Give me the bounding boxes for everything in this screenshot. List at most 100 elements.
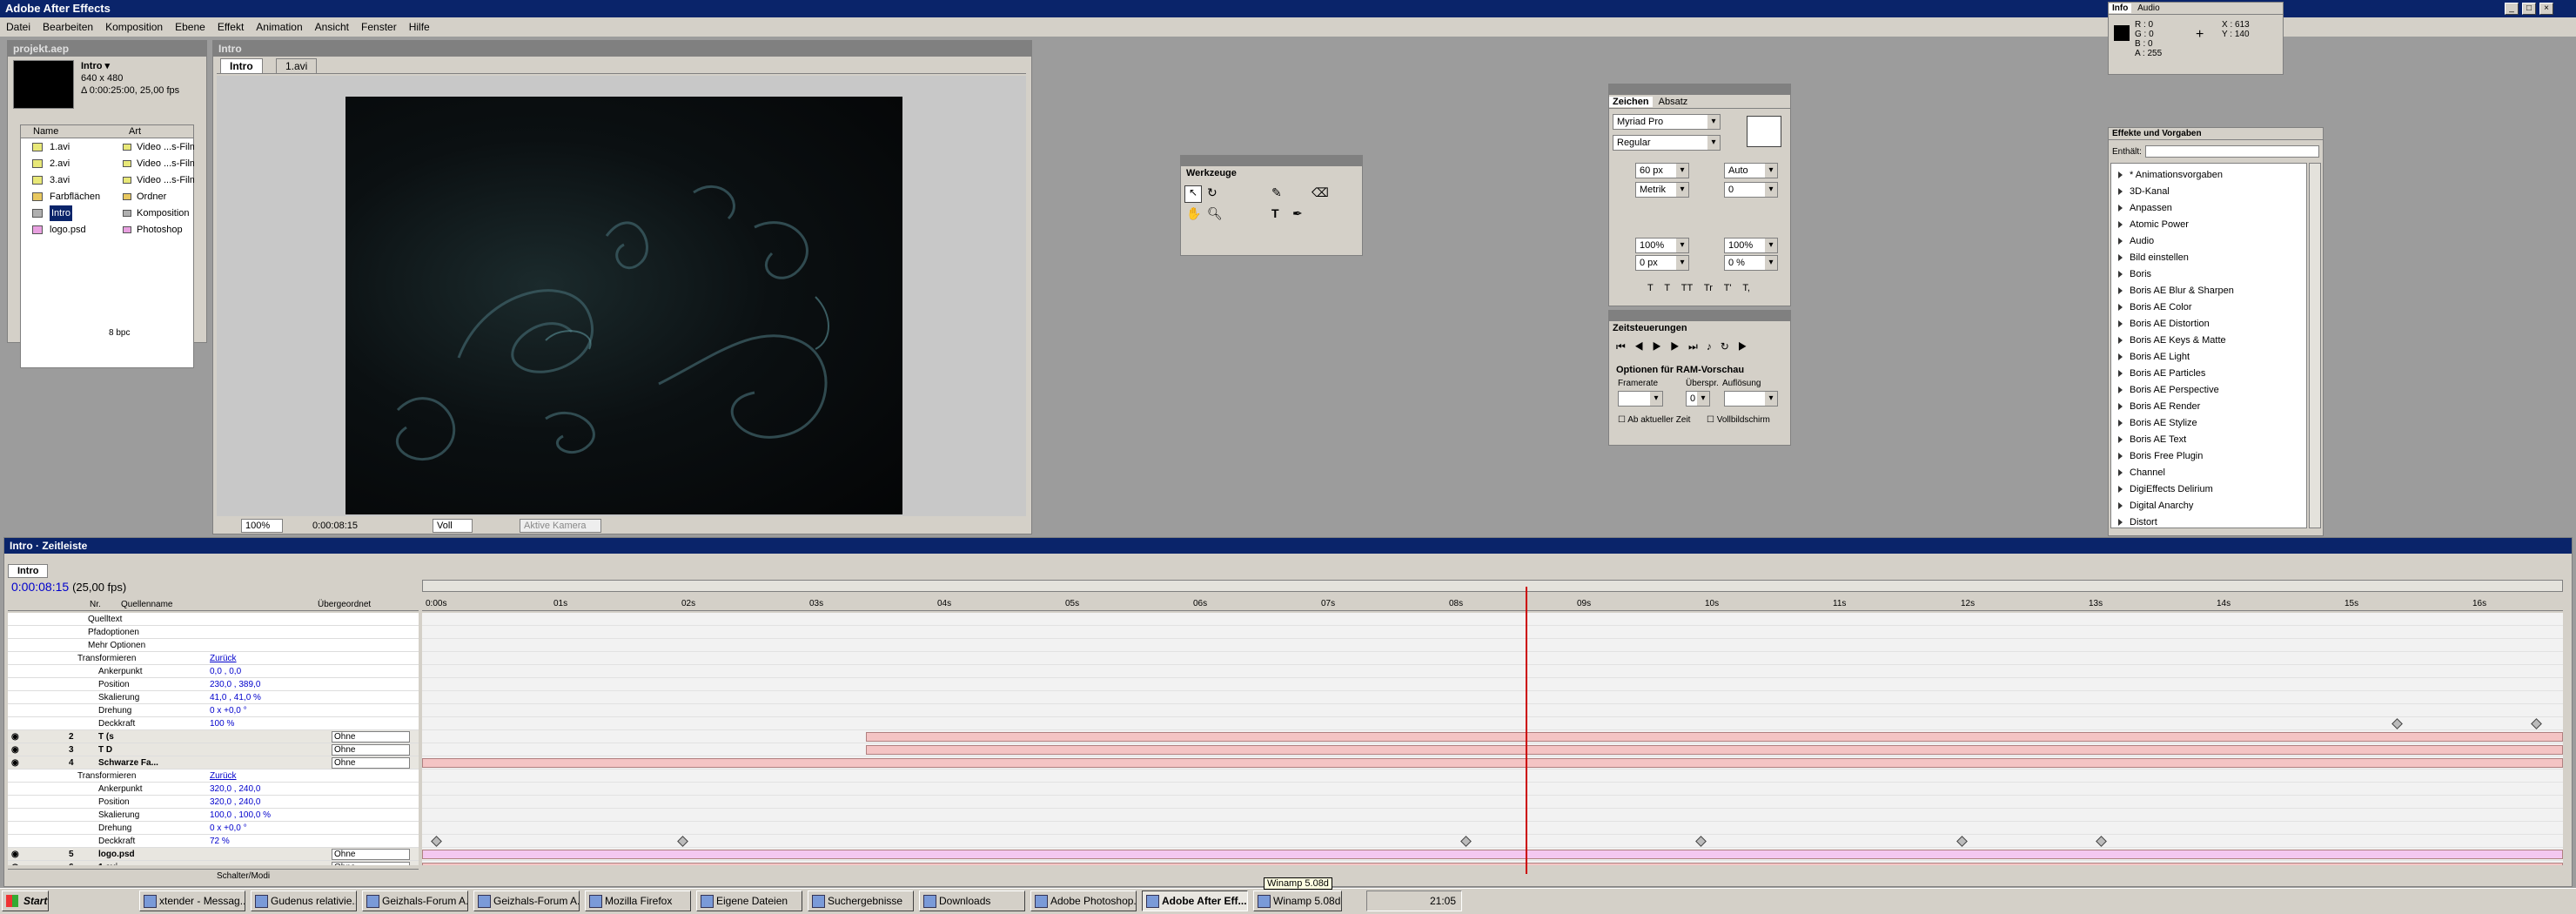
project-item[interactable]: logo.psd Photoshop (20, 222, 194, 238)
loop-icon[interactable]: ↻ (1721, 340, 1738, 353)
project-item[interactable]: 2.avi Video ...s-Film (20, 156, 194, 171)
layer-duration-bar[interactable] (422, 850, 2563, 859)
property-row[interactable]: Quelltext (8, 613, 419, 626)
layer-name[interactable]: Schwarze Fa... (98, 756, 158, 769)
effects-search-input[interactable] (2145, 145, 2319, 158)
taskbar-item[interactable]: Mozilla Firefox (585, 890, 691, 911)
project-item[interactable]: Farbflächen Ordner (20, 189, 194, 205)
layer-row[interactable]: ◉ 5 logo.psd Ohne (8, 848, 419, 861)
eye-icon[interactable]: ◉ (11, 743, 19, 756)
selection-tool-icon[interactable]: ↖ (1184, 185, 1202, 203)
effects-category[interactable]: Boris AE Perspective (2118, 382, 2219, 399)
effects-category[interactable]: Boris AE Color (2118, 299, 2192, 316)
current-time[interactable]: 0:00:08:15 (312, 518, 358, 534)
col-source[interactable]: Quellenname (121, 599, 172, 611)
ram-preview-icon[interactable]: ▶ (1738, 340, 1756, 353)
menu-hilfe[interactable]: Hilfe (403, 17, 436, 37)
font-family-select[interactable]: Myriad Pro (1613, 114, 1721, 130)
effects-category[interactable]: Boris AE Stylize (2118, 415, 2197, 432)
property-value[interactable]: 0 x +0,0 ° (210, 822, 247, 834)
tab-1avi[interactable]: 1.avi (276, 58, 318, 74)
layer-row[interactable]: ◉ 2 T (s Ohne (8, 730, 419, 743)
property-row[interactable]: Drehung 0 x +0,0 ° (8, 704, 419, 717)
col-parent[interactable]: Übergeordnet (318, 599, 371, 611)
effects-category[interactable]: Channel (2118, 465, 2165, 481)
property-row[interactable]: Ankerpunkt 0,0 , 0,0 (8, 665, 419, 678)
taskbar-item[interactable]: xtender - Messag... (139, 890, 245, 911)
layer-row[interactable]: ◉ 3 T D Ohne (8, 743, 419, 756)
framerate-select[interactable] (1618, 391, 1663, 407)
last-frame-icon[interactable]: ⏭ (1688, 340, 1707, 353)
timeline-tab-intro[interactable]: Intro (8, 564, 49, 578)
menu-fenster[interactable]: Fenster (355, 17, 403, 37)
fill-stroke-swatch[interactable] (1747, 116, 1781, 147)
camera-select[interactable]: Aktive Kamera (520, 519, 601, 533)
zoom-select[interactable]: 100% (241, 519, 284, 533)
property-row[interactable]: Deckkraft 100 % (8, 717, 419, 730)
effects-category[interactable]: Audio (2118, 233, 2154, 250)
layer-name[interactable]: T (s (98, 730, 114, 743)
menu-effekt[interactable]: Effekt (211, 17, 250, 37)
effects-category[interactable]: Digital Anarchy (2118, 498, 2193, 514)
eraser-tool-icon[interactable]: ⌫ (1311, 185, 1329, 200)
taskbar-item[interactable]: Winamp 5.08d (1253, 890, 1342, 911)
effects-scrollbar[interactable] (2309, 163, 2321, 528)
effects-category[interactable]: Boris AE Render (2118, 399, 2200, 415)
tab-intro[interactable]: Intro (220, 58, 263, 74)
tab-absatz[interactable]: Absatz (1655, 97, 1692, 107)
effects-category[interactable]: Boris AE Blur & Sharpen (2118, 283, 2234, 299)
effects-category[interactable]: Bild einstellen (2118, 250, 2189, 266)
parent-select[interactable]: Ohne (332, 849, 410, 860)
property-row[interactable]: Position 230,0 , 389,0 (8, 678, 419, 691)
close-icon[interactable]: × (2539, 3, 2553, 15)
property-row[interactable]: Deckkraft 72 % (8, 835, 419, 848)
property-row[interactable]: Skalierung 100,0 , 100,0 % (8, 809, 419, 822)
property-value[interactable]: 41,0 , 41,0 % (210, 691, 261, 703)
tracking-field[interactable]: 0 (1724, 182, 1778, 198)
play-icon[interactable]: ▶ (1653, 340, 1671, 353)
horizontal-scale-field[interactable]: 100% (1724, 238, 1778, 253)
tab-zeichen[interactable]: Zeichen (1609, 97, 1653, 107)
pen-tool-icon[interactable]: ✒ (1292, 206, 1303, 221)
tab-audio[interactable]: Audio (2134, 3, 2163, 13)
layer-name[interactable]: T D (98, 743, 112, 756)
brush-tool-icon[interactable]: ✎ (1271, 185, 1282, 200)
col-type[interactable]: Art (129, 125, 141, 138)
baseline-field[interactable]: 0 px (1635, 255, 1689, 271)
taskbar-item[interactable]: Geizhals-Forum A... (362, 890, 468, 911)
effects-category[interactable]: Boris (2118, 266, 2151, 283)
property-value[interactable]: Zurück (210, 652, 237, 664)
taskbar-item[interactable]: Eigene Dateien (696, 890, 802, 911)
project-item[interactable]: 3.avi Video ...s-Film (20, 172, 194, 188)
parent-select[interactable]: Ohne (332, 757, 410, 769)
work-area-bar[interactable] (422, 580, 2563, 592)
property-row[interactable]: Pfadoptionen (8, 626, 419, 639)
effects-category[interactable]: Boris AE Text (2118, 432, 2186, 448)
next-frame-icon[interactable]: ▶ (1670, 340, 1688, 353)
font-style-select[interactable]: Regular (1613, 135, 1721, 151)
effects-category[interactable]: Boris AE Particles (2118, 366, 2205, 382)
effects-category[interactable]: Boris AE Light (2118, 349, 2190, 366)
layer-name[interactable]: 1.avi (98, 861, 117, 865)
eye-icon[interactable]: ◉ (11, 848, 19, 860)
menu-bearbeiten[interactable]: Bearbeiten (37, 17, 99, 37)
layer-row[interactable]: ◉ 6 1.avi Ohne (8, 861, 419, 865)
current-time-indicator[interactable] (1526, 587, 1527, 874)
skip-field[interactable]: 0 (1686, 391, 1710, 407)
layer-duration-bar[interactable] (422, 758, 2563, 768)
eye-icon[interactable]: ◉ (11, 730, 19, 743)
parent-select[interactable]: Ohne (332, 862, 410, 865)
timeline-timecode[interactable]: 0:00:08:15 (25,00 fps) (11, 580, 126, 594)
time-ruler[interactable]: 0:00s 01s 02s 03s 04s 05s 06s 07s 08s 09s 10s 11s 12… (422, 599, 2563, 611)
layer-duration-bar[interactable] (866, 732, 2563, 742)
bpc-label[interactable]: 8 bpc (109, 328, 130, 338)
menu-komposition[interactable]: Komposition (99, 17, 169, 37)
property-row[interactable]: Transformieren Zurück (8, 770, 419, 783)
subscript-button[interactable]: T, (1742, 283, 1750, 293)
menu-datei[interactable]: Datei (0, 17, 37, 37)
text-tool-icon[interactable]: T (1271, 206, 1279, 220)
faux-italic-button[interactable]: T (1664, 283, 1670, 293)
property-value[interactable]: 72 % (210, 835, 230, 847)
resolution-select[interactable]: Voll (433, 519, 473, 533)
property-row[interactable]: Mehr Optionen (8, 639, 419, 652)
